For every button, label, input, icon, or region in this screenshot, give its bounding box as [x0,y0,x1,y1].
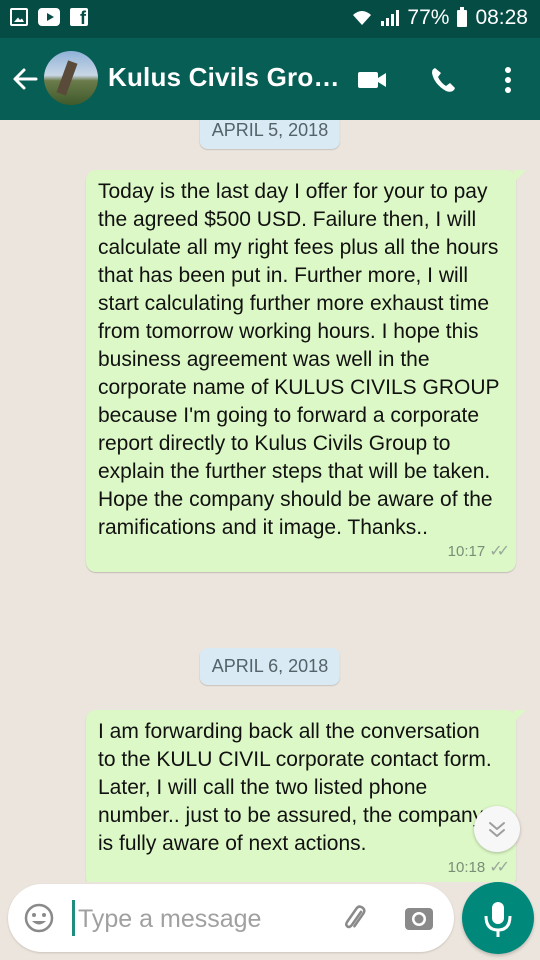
outgoing-message[interactable]: I am forwarding back all the conversatio… [86,710,526,882]
clock: 08:28 [475,6,528,29]
message-list[interactable]: APRIL 5, 2018 Today is the last day I of… [0,120,540,882]
more-options-icon[interactable] [488,60,528,100]
status-bar: f 77% 08:28 [0,0,540,38]
outgoing-message[interactable]: Today is the last day I offer for your t… [86,170,526,572]
battery-percent: 77% [407,6,450,29]
back-arrow-icon[interactable] [10,64,40,94]
avatar[interactable] [44,51,98,105]
youtube-notification-icon [38,8,60,26]
text-cursor [72,900,75,936]
date-chip: APRIL 5, 2018 [199,120,341,149]
voice-message-button[interactable] [462,882,534,954]
chat-title[interactable]: Kulus Civils Grou… [108,62,340,93]
microphone-icon [484,902,512,937]
video-call-icon[interactable] [352,60,392,100]
double-check-icon: ✓✓ [489,543,510,560]
message-time: 10:17 [447,543,486,560]
camera-icon[interactable] [402,901,436,935]
message-input[interactable] [76,901,330,937]
signal-icon [381,10,400,26]
double-check-icon: ✓✓ [489,859,510,876]
attach-icon[interactable] [338,901,372,935]
emoji-icon[interactable] [22,901,56,935]
chat-header: Kulus Civils Grou… [0,38,540,120]
gallery-notification-icon [10,8,28,26]
date-chip: APRIL 6, 2018 [199,648,341,685]
voice-call-icon[interactable] [424,60,464,100]
message-text: Today is the last day I offer for your t… [98,180,500,539]
scroll-to-bottom-button[interactable] [474,806,520,852]
battery-icon [457,6,468,27]
message-composer [8,884,454,952]
message-time: 10:18 [447,859,486,876]
facebook-notification-icon: f [70,8,88,27]
wifi-icon [353,11,372,25]
double-chevron-down-icon [489,822,505,837]
message-text: I am forwarding back all the conversatio… [98,720,492,855]
